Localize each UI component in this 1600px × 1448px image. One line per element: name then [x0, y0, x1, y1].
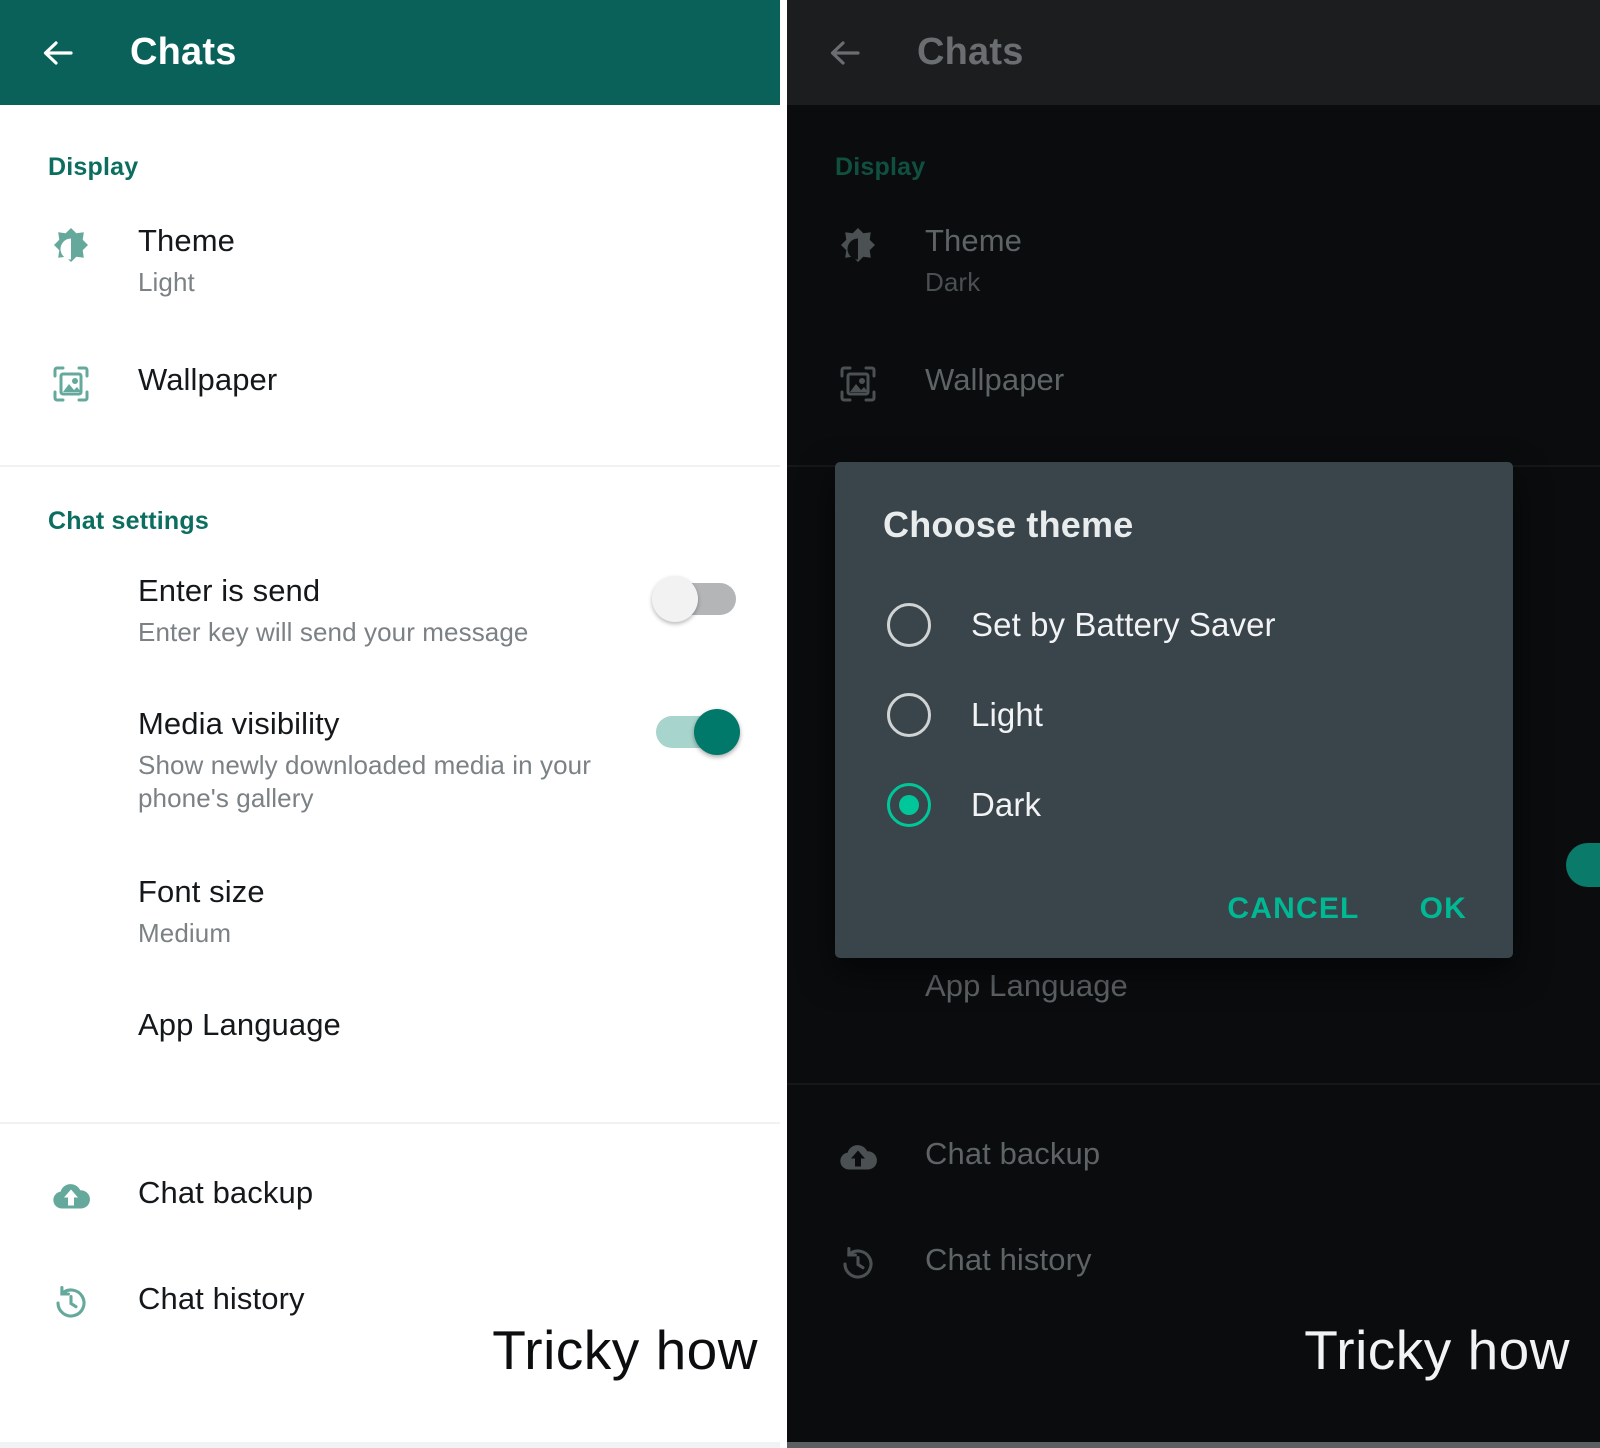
section-header-display: Display [48, 153, 139, 181]
row-title: Chat history [925, 1242, 1092, 1277]
row-chat-backup-text: Chat backup [138, 1174, 740, 1212]
row-app-language-text: App Language [138, 1006, 740, 1044]
theme-option-light[interactable]: Light [835, 670, 1513, 760]
row-title: Chat backup [925, 1136, 1101, 1171]
row-chat-backup-text: Chat backup [925, 1135, 1560, 1173]
row-title: Chat history [138, 1281, 305, 1316]
page-title: Chats [917, 31, 1024, 73]
history-clock-icon [835, 1241, 881, 1287]
row-chat-backup[interactable]: Chat backup [787, 1135, 1600, 1181]
radio-button-unchecked-icon[interactable] [887, 603, 931, 647]
row-enter-is-send[interactable]: Enter is send Enter key will send your m… [0, 572, 780, 649]
row-title: Wallpaper [925, 362, 1065, 397]
theme-option-label: Light [971, 696, 1044, 733]
row-wallpaper-text: Wallpaper [925, 361, 1560, 399]
radio-button-checked-icon[interactable] [887, 783, 931, 827]
row-font-size[interactable]: Font size Medium [0, 873, 780, 950]
row-chat-backup[interactable]: Chat backup [0, 1174, 780, 1220]
row-wallpaper-text: Wallpaper [138, 361, 740, 399]
page-title: Chats [130, 31, 237, 73]
row-title: Chat backup [138, 1175, 314, 1210]
ok-button[interactable]: OK [1418, 886, 1469, 932]
row-chat-history-text: Chat history [138, 1280, 740, 1318]
row-title: Theme [925, 223, 1022, 258]
panel-gap [780, 0, 787, 1448]
row-app-language[interactable]: App Language [787, 967, 1600, 1005]
row-title: App Language [138, 1007, 341, 1042]
system-bottom-strip [787, 1442, 1600, 1448]
row-theme[interactable]: Theme Light [0, 222, 780, 299]
media-visibility-toggle-peek [1566, 843, 1600, 887]
cancel-button[interactable]: CANCEL [1225, 886, 1361, 932]
row-theme-text: Theme Dark [925, 222, 1560, 299]
enter-is-send-toggle[interactable] [652, 576, 740, 622]
row-wallpaper[interactable]: Wallpaper [787, 361, 1600, 407]
section-divider [787, 1083, 1600, 1085]
dialog-title: Choose theme [883, 504, 1134, 545]
left-phone-screen: Chats Display Theme Light Wallpaper Chat… [0, 0, 780, 1448]
row-chat-history[interactable]: Chat history [787, 1241, 1600, 1287]
cloud-upload-icon [48, 1174, 94, 1220]
theme-option-battery-saver[interactable]: Set by Battery Saver [835, 580, 1513, 670]
row-theme-text: Theme Light [138, 222, 740, 299]
theme-option-dark[interactable]: Dark [835, 760, 1513, 850]
row-title: App Language [925, 968, 1128, 1003]
watermark-right: Tricky how [1304, 1319, 1570, 1381]
row-chat-history-text: Chat history [925, 1241, 1560, 1279]
toggle-knob [652, 576, 698, 622]
row-enter-is-send-text: Enter is send Enter key will send your m… [138, 572, 638, 649]
row-app-language-text: App Language [925, 967, 1560, 1005]
media-visibility-toggle[interactable] [652, 709, 740, 755]
row-wallpaper[interactable]: Wallpaper [0, 361, 780, 407]
app-bar-dark: Chats [787, 0, 1600, 105]
row-media-visibility[interactable]: Media visibility Show newly downloaded m… [0, 705, 780, 815]
brightness-theme-icon [835, 222, 881, 268]
row-theme[interactable]: Theme Dark [787, 222, 1600, 299]
row-subtitle: Light [138, 267, 195, 297]
wallpaper-image-icon [48, 361, 94, 407]
watermark-left: Tricky how [492, 1319, 758, 1381]
row-title: Enter is send [138, 573, 321, 608]
section-header-chat-settings: Chat settings [48, 507, 209, 535]
row-title: Media visibility [138, 706, 340, 741]
row-subtitle: Enter key will send your message [138, 617, 529, 647]
dialog-action-bar: CANCEL OK [835, 850, 1513, 940]
row-media-visibility-text: Media visibility Show newly downloaded m… [138, 705, 638, 815]
theme-option-label: Dark [971, 786, 1042, 823]
right-phone-screen: Chats Display Theme Dark Wallpaper App L… [787, 0, 1600, 1448]
toggle-knob [694, 709, 740, 755]
theme-option-label: Set by Battery Saver [971, 606, 1276, 643]
arrow-left-icon[interactable] [36, 31, 80, 75]
section-divider [0, 465, 780, 467]
row-title: Wallpaper [138, 362, 278, 397]
app-bar-light: Chats [0, 0, 780, 105]
system-bottom-strip [0, 1442, 780, 1448]
row-title: Theme [138, 223, 235, 258]
choose-theme-dialog: Choose theme Set by Battery Saver Light … [835, 462, 1513, 958]
left-settings-content: Display Theme Light Wallpaper Chat setti… [0, 153, 780, 1326]
row-font-size-text: Font size Medium [138, 873, 740, 950]
cloud-upload-icon [835, 1135, 881, 1181]
dual-screenshot-container: Chats Display Theme Light Wallpaper Chat… [0, 0, 1600, 1448]
row-subtitle: Show newly downloaded media in your phon… [138, 750, 591, 813]
row-subtitle: Medium [138, 918, 232, 948]
history-clock-icon [48, 1280, 94, 1326]
arrow-left-icon[interactable] [823, 31, 867, 75]
section-divider [0, 1122, 780, 1124]
row-app-language[interactable]: App Language [0, 1006, 780, 1044]
section-header-display: Display [835, 153, 926, 181]
radio-button-unchecked-icon[interactable] [887, 693, 931, 737]
brightness-theme-icon [48, 222, 94, 268]
wallpaper-image-icon [835, 361, 881, 407]
row-title: Font size [138, 874, 265, 909]
row-subtitle: Dark [925, 267, 981, 297]
theme-option-list: Set by Battery Saver Light Dark [835, 580, 1513, 850]
